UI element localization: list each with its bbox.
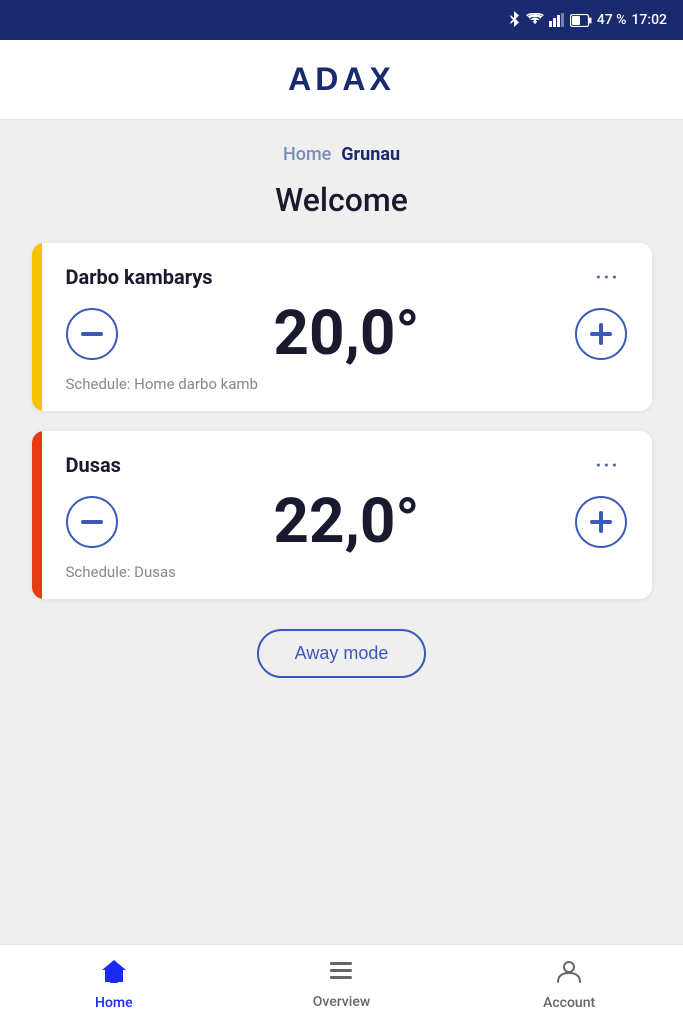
minus-icon-2 [81,520,103,524]
more-button-2[interactable]: ··· [587,451,627,479]
nav-label-account: Account [543,995,595,1011]
plus-icon-2 [590,511,612,533]
nav-item-home[interactable]: Home [1,958,226,1011]
battery-icon [570,14,592,27]
time-display: 17:02 [631,12,667,28]
card-left-bar-orange [32,431,42,599]
schedule-label-1: Schedule: Home darbo kamb [56,375,628,393]
room-name-2: Dusas [66,453,121,477]
battery-percent: 47 % [597,12,627,28]
welcome-title: Welcome [275,181,408,219]
nav-label-overview: Overview [313,994,370,1010]
schedule-label-2: Schedule: Dusas [56,563,628,581]
card-controls-2: 22,0° [56,491,628,553]
signal-icon [549,13,565,27]
card-header-2: Dusas ··· [56,451,628,479]
wifi-icon [526,13,544,27]
nav-item-overview[interactable]: Overview [229,960,454,1010]
nav-item-account[interactable]: Account [456,958,681,1011]
card-controls-1: 20,0° [56,303,628,365]
more-button-1[interactable]: ··· [587,263,627,291]
nav-label-home: Home [95,995,133,1011]
plus-icon-1 [590,323,612,345]
increase-temp-2[interactable] [575,496,627,548]
breadcrumb-home[interactable]: Home [283,144,331,165]
overview-icon [328,960,354,990]
app-logo: ADAX [288,61,395,98]
breadcrumb: Home Grunau [283,144,400,165]
bottom-nav: Home Overview Account [0,944,683,1024]
room-card-darbo-kambarys: Darbo kambarys ··· 20,0° Schedule: Home … [32,243,652,411]
room-card-dusas: Dusas ··· 22,0° Schedule: Dusas [32,431,652,599]
breadcrumb-current[interactable]: Grunau [341,144,400,165]
increase-temp-1[interactable] [575,308,627,360]
temperature-1: 20,0° [273,303,419,365]
account-icon [556,958,582,991]
bluetooth-icon [507,11,521,29]
main-content: Home Grunau Welcome Darbo kambarys ··· 2… [0,120,683,944]
app-header: ADAX [0,40,683,120]
status-icons: 47 % 17:02 [507,11,667,29]
status-bar: 47 % 17:02 [0,0,683,40]
card-left-bar-yellow [32,243,42,411]
temperature-2: 22,0° [273,491,419,553]
away-mode-button[interactable]: Away mode [257,629,427,678]
home-icon [100,958,128,991]
room-name-1: Darbo kambarys [66,265,213,289]
minus-icon-1 [81,332,103,336]
decrease-temp-2[interactable] [66,496,118,548]
decrease-temp-1[interactable] [66,308,118,360]
card-header-1: Darbo kambarys ··· [56,263,628,291]
